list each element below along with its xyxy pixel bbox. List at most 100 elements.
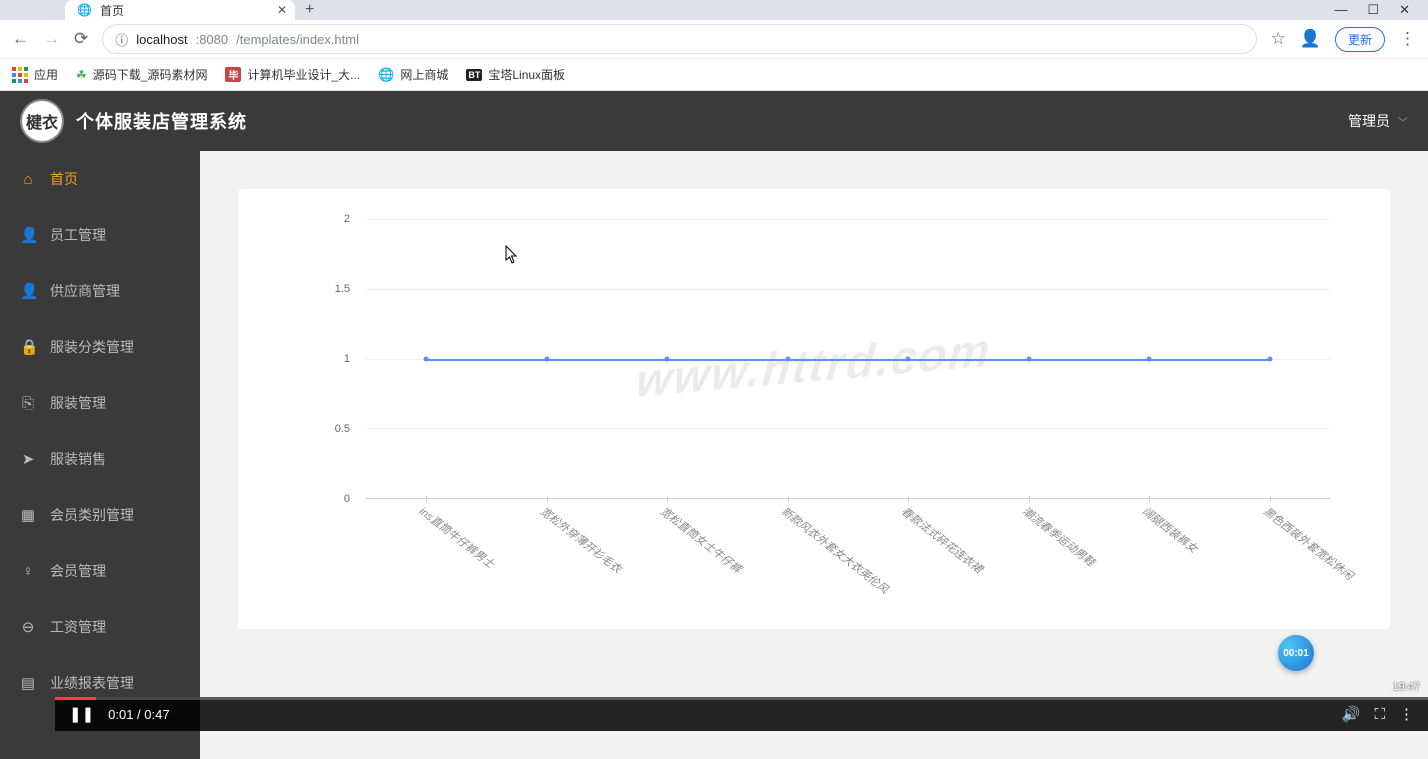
x-label: 春款法式碎花连衣裙 (898, 503, 986, 577)
menu-label: 业绩报表管理 (50, 673, 134, 693)
menu-icon: ⎘ (20, 395, 36, 412)
apps-label: 应用 (34, 66, 58, 83)
window-max-button[interactable]: ☐ (1367, 2, 1379, 18)
chart-card: www.httrd.com 00.511.52 ins直筒牛仔裤男士宽松外穿薄开… (238, 189, 1390, 629)
x-label: 阔腿西装裤女 (1139, 503, 1201, 556)
grid-line (366, 289, 1330, 290)
update-button[interactable]: 更新 (1335, 27, 1385, 52)
window-close-button[interactable]: ✕ (1399, 2, 1410, 18)
sidebar: ⌂ 首页 👤 员工管理 👤 供应商管理 🔒 服装分类管理 ⎘ 服装管理 ➤服装销售▦会员类别管理 ♀ 会… (0, 151, 200, 759)
bookmark-label: 计算机毕业设计_大... (247, 66, 360, 83)
video-controls: ❚❚ 0:01 / 0:47 🔊 ⛶ ⋮ (55, 697, 1428, 731)
sidebar-item-2[interactable]: 👤 供应商管理 (0, 263, 200, 319)
grid-line (366, 219, 1330, 220)
url-path: /templates/index.html (236, 32, 359, 47)
window-min-button[interactable]: — (1334, 2, 1347, 18)
data-point (665, 356, 670, 361)
menu-icon: 👤 (20, 226, 36, 244)
menu-label: 服装分类管理 (50, 337, 134, 357)
sidebar-item-6[interactable]: ▦会员类别管理 (0, 487, 200, 543)
y-tick: 2 (344, 213, 350, 225)
window-buttons: — ☐ ✕ (1316, 0, 1428, 20)
menu-icon: 👤 (20, 282, 36, 300)
reload-button[interactable]: ⟳ (74, 29, 88, 49)
sidebar-item-1[interactable]: 👤 员工管理 (0, 207, 200, 263)
forward-button[interactable]: → (43, 29, 60, 49)
account-icon[interactable]: 👤 (1300, 29, 1321, 49)
menu-icon: 🔒 (20, 338, 36, 356)
bookmark-item[interactable]: 🌐 网上商城 (378, 66, 448, 83)
url-host: localhost (136, 32, 187, 47)
y-tick: 0 (344, 493, 350, 505)
bookmarks-bar: 应用 ☘ 源码下载_源码素材网 毕 计算机毕业设计_大... 🌐 网上商城 BT… (0, 58, 1428, 90)
bookmark-label: 源码下载_源码素材网 (93, 66, 208, 83)
menu-label: 会员类别管理 (50, 505, 134, 525)
menu-label: 供应商管理 (50, 281, 120, 301)
menu-icon: ⌂ (20, 171, 36, 188)
menu-label: 首页 (50, 169, 78, 189)
bookmark-item[interactable]: BT 宝塔Linux面板 (466, 66, 565, 83)
apps-button[interactable]: 应用 (12, 66, 58, 83)
sidebar-item-5[interactable]: ➤服装销售 (0, 431, 200, 487)
url-port: :8080 (196, 32, 229, 47)
logo: 楗衣 (20, 99, 64, 143)
sidebar-item-3[interactable]: 🔒 服装分类管理 (0, 319, 200, 375)
tab-close-icon[interactable]: ✕ (277, 3, 287, 17)
bookmark-item[interactable]: ☘ 源码下载_源码素材网 (76, 66, 207, 83)
record-badge: 00:01 (1278, 635, 1314, 671)
menu-label: 会员管理 (50, 561, 106, 581)
data-point (906, 356, 911, 361)
menu-label: 服装管理 (50, 393, 106, 413)
plot-area (366, 219, 1330, 499)
y-tick: 0.5 (335, 423, 350, 435)
app-header: 楗衣 个体服装店管理系统 管理员 ﹀ (0, 91, 1428, 151)
tab-title: 首页 (100, 2, 124, 19)
leaf-icon: ☘ (76, 68, 87, 82)
user-menu[interactable]: 管理员 ﹀ (1348, 111, 1408, 131)
x-axis: ins直筒牛仔裤男士宽松外穿薄开衫毛衣宽松直筒女士牛仔裤新款风衣外套女大衣英伦风… (366, 499, 1330, 559)
data-line (426, 359, 1270, 361)
bookmark-item[interactable]: 毕 计算机毕业设计_大... (225, 66, 360, 83)
browser-tab[interactable]: 🌐 首页 ✕ (65, 0, 295, 21)
fullscreen-icon[interactable]: ⛶ (1374, 706, 1385, 723)
data-point (785, 356, 790, 361)
y-axis: 00.511.52 (318, 219, 358, 499)
apps-icon (12, 67, 28, 83)
data-point (1147, 356, 1152, 361)
x-label: 新款风衣外套女大衣英伦风 (778, 503, 892, 597)
menu-label: 员工管理 (50, 225, 106, 245)
x-label: 潮流春季运动男鞋 (1019, 503, 1098, 570)
site-info-icon[interactable]: ⓘ (115, 30, 128, 49)
menu-icon: ➤ (20, 450, 36, 468)
app-title: 个体服装店管理系统 (76, 108, 247, 134)
data-point (424, 356, 429, 361)
volume-icon[interactable]: 🔊 (1342, 705, 1361, 723)
back-button[interactable]: ← (12, 29, 29, 49)
menu-icon: ▤ (20, 674, 36, 692)
star-icon[interactable]: ☆ (1271, 29, 1286, 49)
bookmark-label: 宝塔Linux面板 (488, 66, 565, 83)
video-more-icon[interactable]: ⋮ (1399, 705, 1414, 723)
menu-icon: ♀ (20, 563, 36, 580)
address-bar: ← → ⟳ ⓘ localhost :8080/templates/index.h… (0, 20, 1428, 58)
globe-icon: 🌐 (77, 3, 92, 17)
globe-icon: 🌐 (378, 67, 394, 83)
browser-chrome: 🌐 首页 ✕ + — ☐ ✕ ← → ⟳ ⓘ localhost :8080/te… (0, 0, 1428, 91)
video-time: 0:01 / 0:47 (108, 707, 169, 722)
grid-line (366, 428, 1330, 429)
user-label: 管理员 (1348, 111, 1390, 131)
new-tab-button[interactable]: + (305, 1, 314, 19)
system-clock: 19:47 (1392, 681, 1420, 693)
sidebar-item-0[interactable]: ⌂ 首页 (0, 151, 200, 207)
sidebar-item-4[interactable]: ⎘ 服装管理 (0, 375, 200, 431)
progress-track[interactable] (55, 697, 1428, 700)
bt-icon: BT (466, 69, 482, 81)
browser-menu-icon[interactable]: ⋮ (1399, 29, 1416, 49)
sidebar-item-7[interactable]: ♀ 会员管理 (0, 543, 200, 599)
play-pause-button[interactable]: ❚❚ (69, 705, 94, 723)
chevron-down-icon: ﹀ (1398, 114, 1408, 129)
sidebar-item-8[interactable]: ⊖工资管理 (0, 599, 200, 655)
y-tick: 1.5 (335, 283, 350, 295)
data-point (1026, 356, 1031, 361)
url-field[interactable]: ⓘ localhost :8080/templates/index.html (102, 24, 1256, 54)
